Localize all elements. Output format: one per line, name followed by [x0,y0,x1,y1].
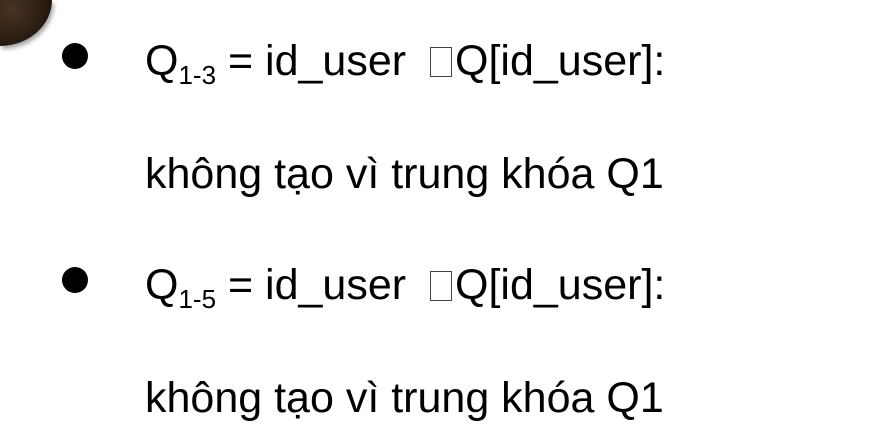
q-subscript: 1-5 [178,284,217,314]
bullet-icon [62,43,88,69]
target: Q[id_user]: [455,261,666,309]
q-label: Q [145,261,179,309]
bullet-item-1-note: không tạo vì trung khóa Q1 [145,150,664,198]
bullet-icon [62,267,88,293]
presenter-avatar [0,0,52,46]
expression: = id_user [216,261,419,309]
bullet-item-1: Q1-3 = id_user Q[id_user]: [145,37,666,90]
q-subscript: 1-3 [178,60,217,90]
expression: = id_user [216,37,419,85]
target: Q[id_user]: [455,37,666,85]
missing-glyph-icon [430,47,453,77]
q-label: Q [145,37,179,85]
missing-glyph-icon [430,271,453,301]
bullet-item-2-note: không tạo vì trung khóa Q1 [145,374,664,422]
bullet-item-2: Q1-5 = id_user Q[id_user]: [145,261,666,314]
